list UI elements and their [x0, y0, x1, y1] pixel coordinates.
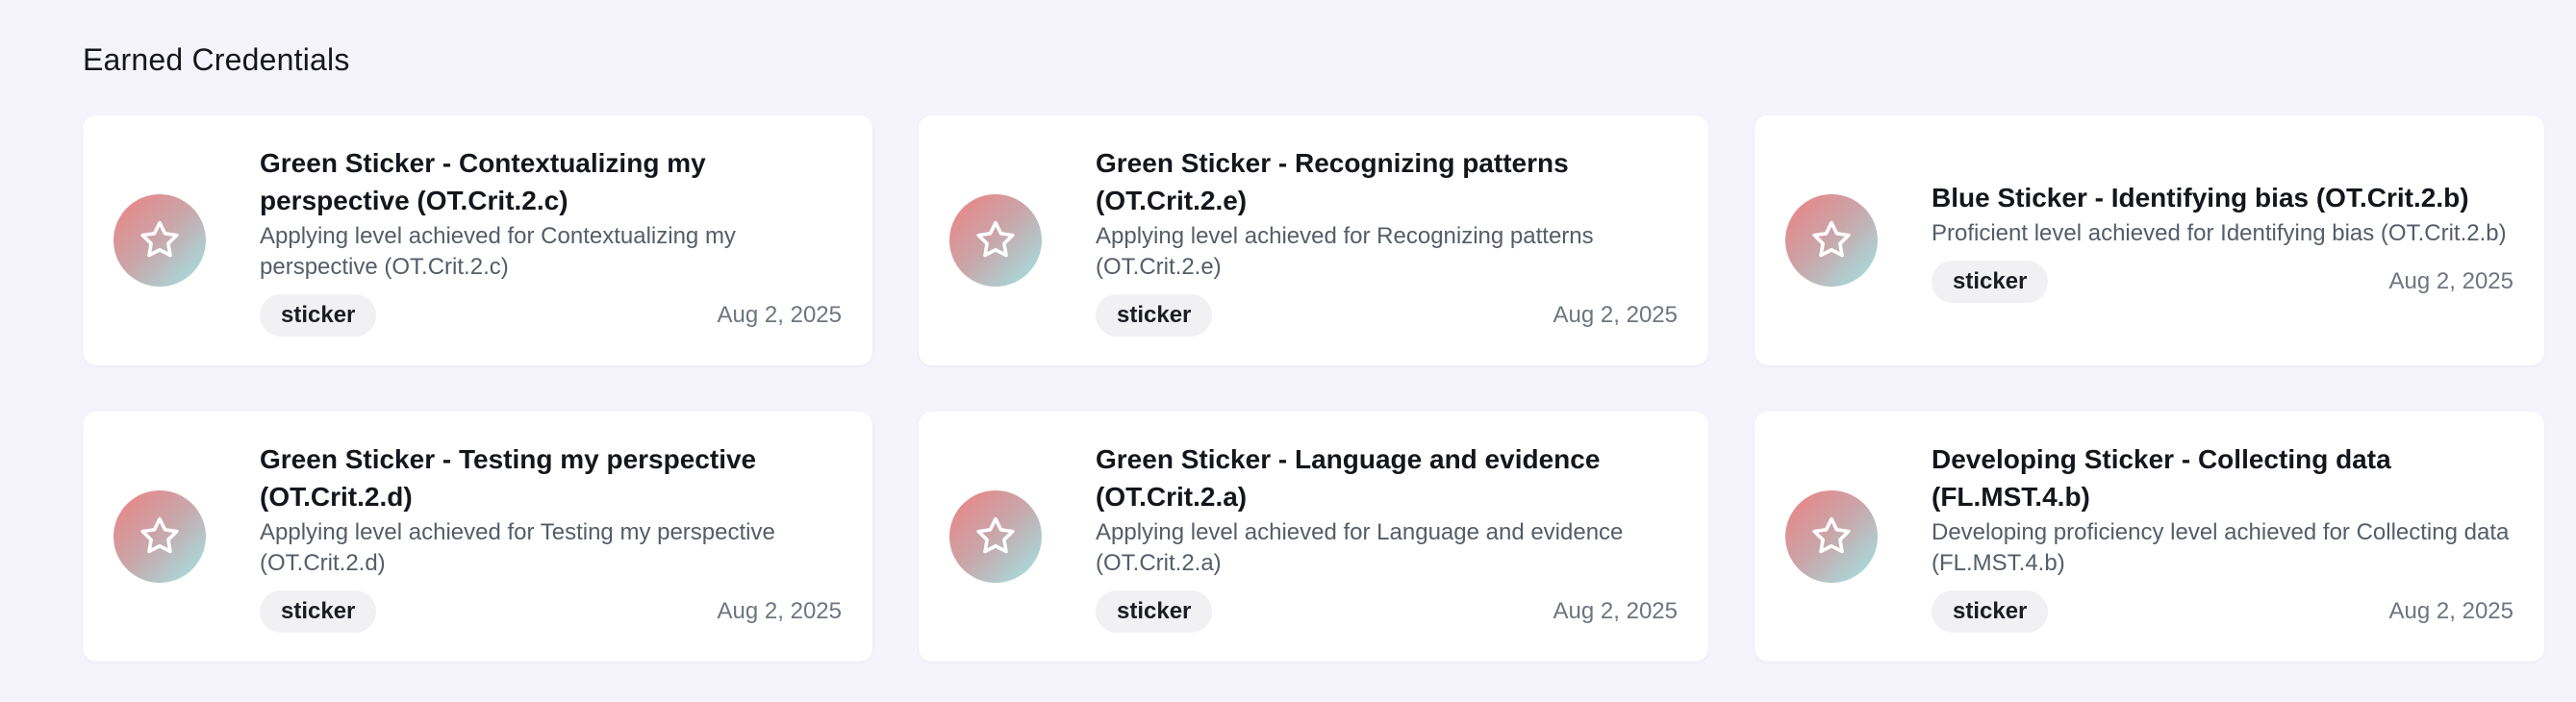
credential-title: Green Sticker - Recognizing patterns (OT…	[1096, 148, 1569, 215]
credential-description: Developing proficiency level achieved fo…	[1932, 519, 2510, 576]
credential-meta: sticker Aug 2, 2025	[1096, 590, 1678, 633]
credential-type-tag: sticker	[1932, 590, 2049, 633]
credential-badge	[949, 490, 1042, 583]
section-title: Earned Credentials	[83, 42, 350, 77]
credential-title: Green Sticker - Contextualizing my persp…	[260, 148, 706, 215]
credential-card[interactable]: Developing Sticker - Collecting data (FL…	[1755, 412, 2544, 662]
credential-meta: sticker Aug 2, 2025	[1932, 260, 2513, 303]
credential-description: Applying level achieved for Language and…	[1096, 519, 1624, 576]
credentials-page: Earned Credentials Green Sticker - Conte…	[0, 0, 2576, 702]
credential-date: Aug 2, 2025	[1553, 598, 1678, 624]
credential-content: Blue Sticker - Identifying bias (OT.Crit…	[1932, 179, 2513, 303]
credential-date: Aug 2, 2025	[717, 302, 842, 328]
credential-content: Green Sticker - Contextualizing my persp…	[260, 144, 842, 337]
credential-date: Aug 2, 2025	[1553, 302, 1678, 328]
credential-meta: sticker Aug 2, 2025	[260, 590, 842, 633]
credential-description: Applying level achieved for Contextualiz…	[260, 223, 736, 280]
credential-meta: sticker Aug 2, 2025	[260, 294, 842, 337]
credential-date: Aug 2, 2025	[2388, 598, 2513, 624]
credential-badge	[114, 194, 206, 287]
credential-meta: sticker Aug 2, 2025	[1932, 590, 2513, 633]
credential-type-tag: sticker	[1096, 590, 1213, 633]
credential-card[interactable]: Green Sticker - Recognizing patterns (OT…	[919, 115, 1708, 365]
star-icon	[976, 516, 1015, 554]
credential-content: Green Sticker - Language and evidence (O…	[1096, 440, 1678, 633]
star-icon	[140, 220, 179, 258]
credential-badge	[949, 194, 1042, 287]
star-icon	[1812, 516, 1851, 554]
credential-date: Aug 2, 2025	[717, 598, 842, 624]
credential-content: Green Sticker - Recognizing patterns (OT…	[1096, 144, 1678, 337]
credential-meta: sticker Aug 2, 2025	[1096, 294, 1678, 337]
credential-badge	[1785, 194, 1878, 287]
credential-description: Applying level achieved for Recognizing …	[1096, 223, 1594, 280]
credential-type-tag: sticker	[1932, 260, 2049, 303]
credential-type-tag: sticker	[1096, 294, 1213, 337]
credentials-grid: Green Sticker - Contextualizing my persp…	[83, 115, 2545, 662]
credential-content: Green Sticker - Testing my perspective (…	[260, 440, 842, 633]
credential-title: Green Sticker - Testing my perspective (…	[260, 444, 757, 512]
star-icon	[140, 516, 179, 554]
credential-badge	[1785, 490, 1878, 583]
credential-card[interactable]: Green Sticker - Testing my perspective (…	[83, 412, 872, 662]
credential-type-tag: sticker	[260, 590, 377, 633]
credential-card[interactable]: Green Sticker - Language and evidence (O…	[919, 412, 1708, 662]
credential-date: Aug 2, 2025	[2388, 267, 2513, 294]
credential-card[interactable]: Green Sticker - Contextualizing my persp…	[83, 115, 872, 365]
credential-title: Green Sticker - Language and evidence (O…	[1096, 444, 1601, 512]
credential-description: Applying level achieved for Testing my p…	[260, 519, 775, 576]
star-icon	[1812, 220, 1851, 258]
credential-type-tag: sticker	[260, 294, 377, 337]
credential-title: Developing Sticker - Collecting data (FL…	[1932, 444, 2391, 512]
credential-card[interactable]: Blue Sticker - Identifying bias (OT.Crit…	[1755, 115, 2544, 365]
star-icon	[976, 220, 1015, 258]
credential-description: Proficient level achieved for Identifyin…	[1932, 219, 2507, 246]
credential-badge	[114, 490, 206, 583]
credential-title: Blue Sticker - Identifying bias (OT.Crit…	[1932, 182, 2469, 213]
credential-content: Developing Sticker - Collecting data (FL…	[1932, 440, 2513, 633]
